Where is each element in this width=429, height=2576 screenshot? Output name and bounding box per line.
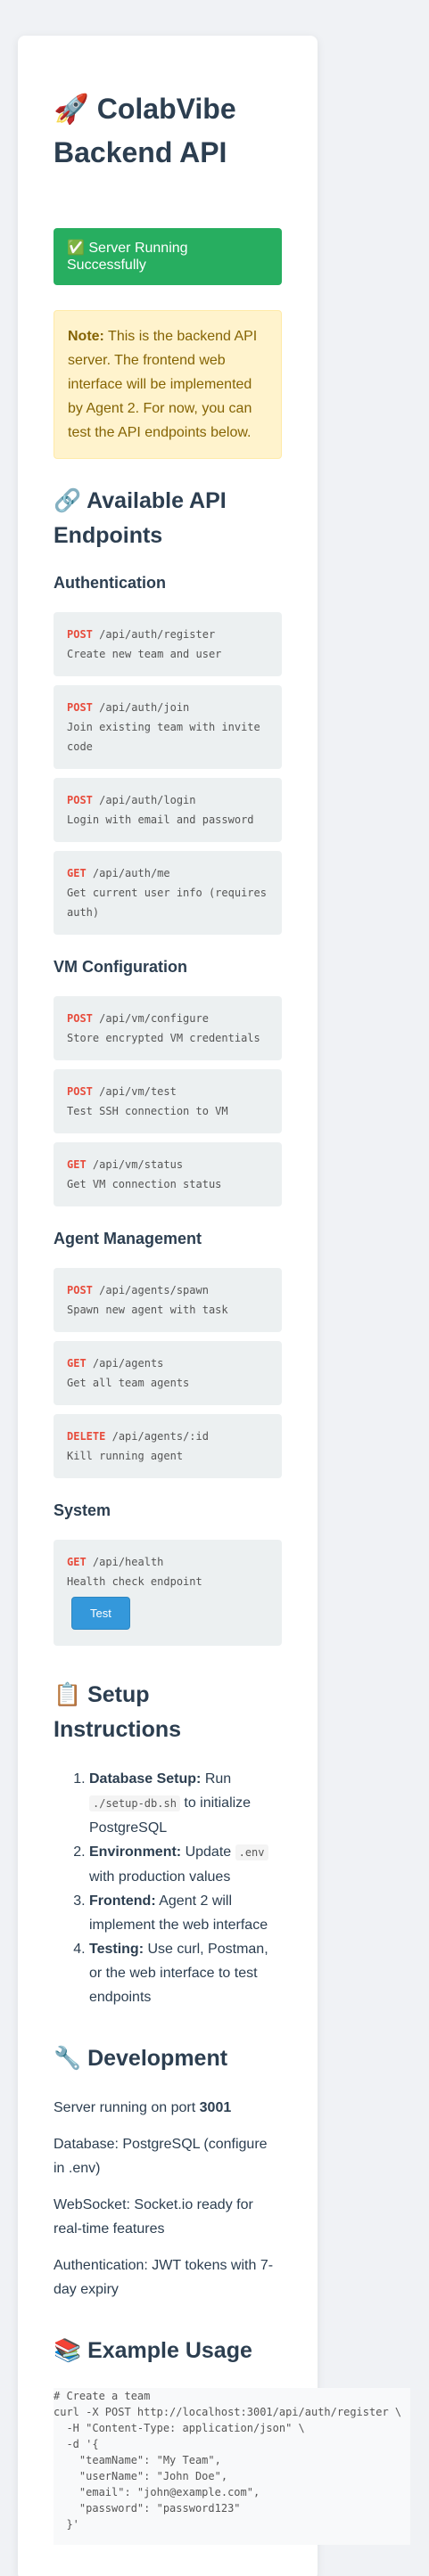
endpoint-vm-test: POST /api/vm/test Test SSH connection to…: [54, 1069, 282, 1133]
endpoint-desc: Login with email and password: [67, 814, 254, 826]
step-code: ./setup-db.sh: [89, 1795, 180, 1811]
example-heading: 📚 Example Usage: [54, 2338, 252, 2363]
endpoint-desc: Kill running agent: [67, 1450, 184, 1462]
note-label: Note:: [68, 329, 104, 344]
endpoint-method: POST: [67, 1085, 93, 1098]
port-value: 3001: [199, 2100, 232, 2115]
endpoint-method: GET: [67, 1556, 87, 1568]
group-title-system: System: [54, 1501, 111, 1519]
endpoint-method: DELETE: [67, 1430, 106, 1443]
note-box: Note: This is the backend API server. Th…: [54, 310, 282, 459]
main-card: 🚀 ColabVibe Backend API ✅ Server Running…: [18, 36, 410, 2576]
endpoint-method: POST: [67, 1284, 93, 1296]
setup-steps: Database Setup: Run ./setup-db.sh to ini…: [54, 1767, 282, 2009]
endpoint-path: /api/agents/:id: [111, 1430, 209, 1443]
setup-step: Environment: Update .env with production…: [89, 1840, 282, 1889]
step-label: Testing:: [89, 1942, 144, 1957]
page-title: 🚀 ColabVibe Backend API: [54, 93, 236, 168]
status-badge: ✅ Server Running Successfully: [54, 228, 282, 285]
dev-database-line: Database: PostgreSQL (configure in .env): [54, 2137, 268, 2176]
test-health-button[interactable]: Test: [71, 1597, 130, 1630]
endpoint-method: POST: [67, 701, 93, 714]
endpoint-agents-spawn: POST /api/agents/spawn Spawn new agent w…: [54, 1268, 282, 1332]
endpoint-desc: Get VM connection status: [67, 1178, 222, 1190]
step-text: Update: [181, 1844, 235, 1860]
endpoint-desc: Get all team agents: [67, 1377, 190, 1389]
dev-port-line: Server running on port 3001: [54, 2096, 282, 2120]
endpoint-auth-me: GET /api/auth/me Get current user info (…: [54, 851, 282, 935]
endpoint-agents-delete: DELETE /api/agents/:id Kill running agen…: [54, 1414, 282, 1478]
endpoint-method: GET: [67, 867, 87, 879]
step-label: Database Setup:: [89, 1771, 202, 1787]
endpoint-desc: Store encrypted VM credentials: [67, 1032, 260, 1044]
endpoint-desc: Get current user info (requires auth): [67, 887, 267, 919]
endpoint-path: /api/auth/me: [92, 867, 170, 879]
endpoint-path: /api/auth/join: [99, 701, 190, 714]
dev-auth-line: Authentication: JWT tokens with 7-day ex…: [54, 2258, 274, 2297]
endpoint-agents-list: GET /api/agents Get all team agents: [54, 1341, 282, 1405]
endpoint-desc: Create new team and user: [67, 648, 222, 660]
endpoint-path: /api/agents/spawn: [99, 1284, 209, 1296]
endpoint-desc: Health check endpoint: [67, 1575, 202, 1588]
endpoints-heading: 🔗 Available API Endpoints: [54, 488, 227, 548]
port-label: Server running on port: [54, 2100, 200, 2115]
endpoint-auth-join: POST /api/auth/join Join existing team w…: [54, 685, 282, 769]
note-text: This is the backend API server. The fron…: [68, 329, 258, 440]
dev-websocket-line: WebSocket: Socket.io ready for real-time…: [54, 2197, 253, 2237]
endpoint-path: /api/auth/login: [99, 794, 196, 806]
setup-heading: 📋 Setup Instructions: [54, 1682, 182, 1742]
endpoint-method: POST: [67, 794, 93, 806]
endpoint-auth-register: POST /api/auth/register Create new team …: [54, 612, 282, 676]
endpoint-path: /api/health: [92, 1556, 164, 1568]
setup-step: Database Setup: Run ./setup-db.sh to ini…: [89, 1767, 282, 1840]
endpoint-path: /api/vm/status: [92, 1158, 184, 1171]
setup-step: Testing: Use curl, Postman, or the web i…: [89, 1937, 282, 2009]
example-code-block: # Create a team curl -X POST http://loca…: [54, 2388, 410, 2545]
endpoint-method: GET: [67, 1357, 87, 1370]
endpoint-desc: Spawn new agent with task: [67, 1304, 228, 1316]
endpoint-desc: Join existing team with invite code: [67, 721, 260, 753]
setup-step: Frontend: Agent 2 will implement the web…: [89, 1889, 282, 1937]
endpoint-path: /api/auth/register: [99, 628, 216, 641]
group-title-auth: Authentication: [54, 574, 166, 592]
endpoint-method: POST: [67, 628, 93, 641]
step-text: with production values: [89, 1869, 231, 1885]
development-heading: 🔧 Development: [54, 2046, 228, 2071]
step-label: Environment:: [89, 1844, 182, 1860]
endpoint-desc: Test SSH connection to VM: [67, 1105, 228, 1117]
endpoint-auth-login: POST /api/auth/login Login with email an…: [54, 778, 282, 842]
group-title-vm: VM Configuration: [54, 958, 187, 976]
endpoint-health: GET /api/health Health check endpoint Te…: [54, 1540, 282, 1646]
group-title-agents: Agent Management: [54, 1230, 202, 1247]
endpoint-path: /api/vm/configure: [99, 1012, 209, 1025]
step-code: .env: [235, 1844, 268, 1860]
step-text: Run: [201, 1771, 232, 1787]
endpoint-path: /api/agents: [92, 1357, 164, 1370]
endpoint-path: /api/vm/test: [99, 1085, 177, 1098]
endpoint-vm-configure: POST /api/vm/configure Store encrypted V…: [54, 996, 282, 1060]
endpoint-method: POST: [67, 1012, 93, 1025]
step-label: Frontend:: [89, 1893, 156, 1909]
endpoint-vm-status: GET /api/vm/status Get VM connection sta…: [54, 1142, 282, 1206]
endpoint-method: GET: [67, 1158, 87, 1171]
